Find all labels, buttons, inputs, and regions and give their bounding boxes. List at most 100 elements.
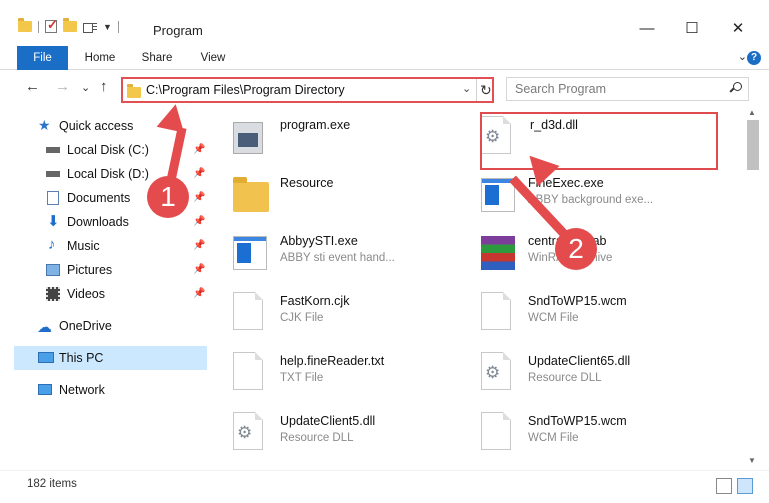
new-folder-icon[interactable] xyxy=(63,18,77,32)
drive-icon xyxy=(46,147,60,153)
sidebar-item-label: OneDrive xyxy=(59,319,112,333)
close-button[interactable]: ✕ xyxy=(715,14,761,44)
pin-icon[interactable]: 📌 xyxy=(193,144,205,155)
minimize-button[interactable]: — xyxy=(624,14,670,44)
computer-icon xyxy=(38,352,54,363)
address-path[interactable]: C:\Program Files\Program Directory xyxy=(146,83,345,97)
list-item[interactable]: help.fineReader.txt TXT File xyxy=(213,348,453,406)
properties-check-icon[interactable] xyxy=(45,17,58,33)
maximize-button[interactable]: ☐ xyxy=(669,14,715,44)
sidebar-item-label: Music xyxy=(67,239,100,253)
file-name: UpdateClient5.dll xyxy=(280,414,376,428)
properties-icon[interactable] xyxy=(83,21,97,33)
tab-share[interactable]: Share xyxy=(138,46,176,70)
customize-toolbar-icon[interactable]: ▼ xyxy=(103,22,112,32)
list-item[interactable]: FastKorn.cjk CJK File xyxy=(213,288,453,346)
step-1-badge: 1 xyxy=(147,176,189,218)
arrow-1-head xyxy=(156,101,190,133)
file-description: ABBY sti event hand... xyxy=(280,252,395,264)
download-icon: ⬇ xyxy=(47,213,60,230)
sidebar-item-label: Local Disk (C:) xyxy=(67,143,149,157)
vertical-scrollbar[interactable]: ▲ ▼ xyxy=(745,106,761,469)
file-name: program.exe xyxy=(280,118,351,132)
file-description: Resource DLL xyxy=(528,372,602,384)
navigation-pane: ★ Quick access Local Disk (C:) 📌 Local D… xyxy=(0,110,213,450)
sidebar-item-videos[interactable]: Videos 📌 xyxy=(0,282,208,306)
scroll-thumb[interactable] xyxy=(747,120,759,170)
file-description: ABBY background exe... xyxy=(528,194,654,206)
pin-icon[interactable]: 📌 xyxy=(193,288,205,299)
list-item[interactable]: UpdateClient5.dll Resource DLL xyxy=(213,408,453,466)
sidebar-item-label: Network xyxy=(59,383,105,397)
sidebar-item-this-pc[interactable]: This PC xyxy=(14,346,207,370)
address-bar[interactable]: C:\Program Files\Program Directory ⌄ ↻ xyxy=(121,77,494,103)
music-icon: ♪ xyxy=(48,236,56,253)
blank-file-icon xyxy=(233,292,271,336)
file-description: WCM File xyxy=(528,432,579,444)
back-button[interactable]: ← xyxy=(25,78,40,95)
tab-view[interactable]: View xyxy=(195,46,231,70)
dll-gear-icon xyxy=(481,352,519,396)
large-icons-view-icon[interactable] xyxy=(737,478,753,494)
item-count: 182 items xyxy=(27,478,77,490)
navigation-bar: ← → ⌄ ↑ C:\Program Files\Program Directo… xyxy=(0,72,769,104)
list-item[interactable]: FineExec.exe ABBY background exe... xyxy=(461,170,701,228)
details-view-icon[interactable] xyxy=(716,478,732,494)
blank-file-icon xyxy=(481,292,519,336)
list-item[interactable]: SndToWP15.wcm WCM File xyxy=(461,408,701,466)
sidebar-item-label: Documents xyxy=(67,191,131,205)
file-name: Resource xyxy=(280,176,334,190)
pin-icon[interactable]: 📌 xyxy=(193,264,205,275)
videos-icon xyxy=(46,287,60,301)
blank-file-icon xyxy=(233,352,271,396)
search-input[interactable]: Search Program xyxy=(506,77,749,101)
ribbon-tabs: File Home Share View ⌄ ? xyxy=(0,46,769,70)
help-icon[interactable]: ? xyxy=(747,51,761,65)
sidebar-item-label: This PC xyxy=(59,351,104,365)
folder-icon[interactable] xyxy=(18,18,32,32)
search-icon[interactable] xyxy=(730,82,742,94)
tab-home[interactable]: Home xyxy=(80,46,120,70)
sidebar-item-label: Quick access xyxy=(59,119,134,133)
file-name: AbbyySTI.exe xyxy=(280,234,358,248)
sidebar-item-network[interactable]: Network xyxy=(0,378,208,402)
forward-button[interactable]: → xyxy=(55,78,70,95)
list-item[interactable]: AbbyySTI.exe ABBY sti event hand... xyxy=(213,228,453,286)
scroll-up-icon[interactable]: ▲ xyxy=(748,108,756,117)
scroll-down-icon[interactable]: ▼ xyxy=(748,456,756,465)
expand-ribbon-icon[interactable]: ⌄ xyxy=(738,50,747,63)
tab-file[interactable]: File xyxy=(17,46,68,70)
file-name: help.fineReader.txt xyxy=(280,354,385,368)
file-name: UpdateClient65.dll xyxy=(528,354,631,368)
list-item[interactable]: UpdateClient65.dll Resource DLL xyxy=(461,348,701,406)
window-title: Program xyxy=(153,23,203,38)
up-button[interactable]: ↑ xyxy=(100,78,108,95)
pin-icon[interactable]: 📌 xyxy=(193,168,205,179)
address-dropdown-icon[interactable]: ⌄ xyxy=(462,82,471,95)
archive-icon xyxy=(481,232,519,276)
sidebar-item-music[interactable]: ♪ Music 📌 xyxy=(0,234,208,258)
file-description: TXT File xyxy=(280,372,324,384)
pin-icon[interactable]: 📌 xyxy=(193,240,205,251)
file-name: FastKorn.cjk xyxy=(280,294,350,308)
refresh-icon[interactable]: ↻ xyxy=(480,82,492,99)
blank-file-icon xyxy=(481,412,519,456)
sidebar-item-pictures[interactable]: Pictures 📌 xyxy=(0,258,208,282)
sidebar-item-label: Local Disk (D:) xyxy=(67,167,149,181)
recent-locations-button[interactable]: ⌄ xyxy=(81,81,90,94)
list-item[interactable]: program.exe xyxy=(213,112,453,170)
highlight-box-dll xyxy=(480,112,718,170)
dll-gear-icon xyxy=(233,412,271,456)
toolbar-separator xyxy=(117,20,119,33)
exe-gray-icon xyxy=(233,116,271,160)
pin-icon[interactable]: 📌 xyxy=(193,192,205,203)
sidebar-item-onedrive[interactable]: ☁ OneDrive xyxy=(0,314,208,338)
list-item[interactable]: SndToWP15.wcm WCM File xyxy=(461,288,701,346)
toolbar-separator xyxy=(38,20,39,33)
folder-icon xyxy=(127,84,141,98)
file-description: WCM File xyxy=(528,312,579,324)
pin-icon[interactable]: 📌 xyxy=(193,216,205,227)
list-item[interactable]: Resource xyxy=(213,170,453,228)
star-icon: ★ xyxy=(38,117,51,133)
folder-icon xyxy=(233,174,271,218)
